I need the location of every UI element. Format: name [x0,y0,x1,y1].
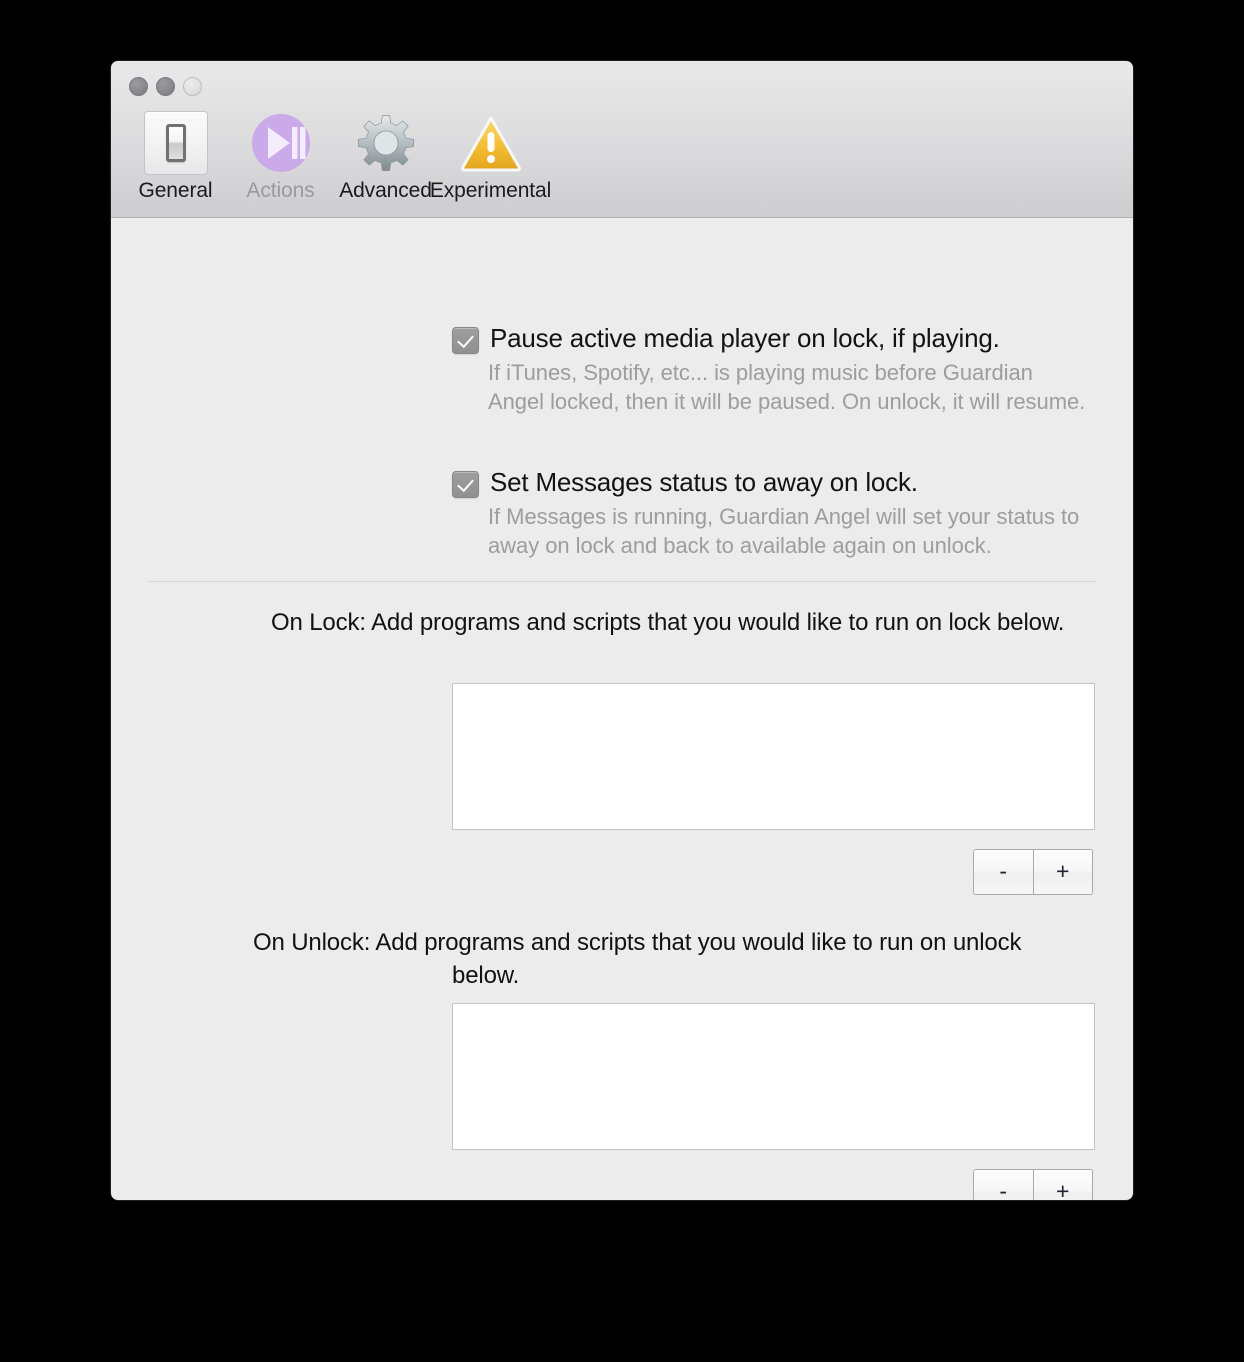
play-pause-icon [249,111,313,175]
on-unlock-label: On Unlock: [253,929,371,956]
option-messages-away: Set Messages status to away on lock. If … [452,467,1087,560]
on-lock-heading: On Lock: Add programs and scripts that y… [271,606,1096,639]
gear-icon [354,111,418,175]
plus-icon: + [1056,857,1070,884]
window-traffic-lights [129,77,202,96]
on-unlock-add-button[interactable]: + [1032,1170,1092,1200]
option-pause-media: Pause active media player on lock, if pl… [452,323,1087,416]
on-unlock-heading: On Unlock: Add programs and scripts that… [253,926,1078,992]
on-lock-script-list[interactable] [452,683,1095,830]
on-unlock-remove-button[interactable]: - [974,1170,1033,1200]
tab-advanced-label: Advanced [339,179,432,202]
checkbox-messages-away[interactable] [452,471,479,498]
toolbar: General Actions Advanced Experimental [123,109,551,203]
on-unlock-add-remove-control: - + [973,1169,1093,1200]
checkbox-pause-media[interactable] [452,327,479,354]
on-lock-add-button[interactable]: + [1032,850,1092,894]
light-switch-icon [143,111,208,175]
tab-experimental-label: Experimental [429,179,552,202]
minimize-button-icon[interactable] [156,77,175,96]
tab-actions[interactable]: Actions [228,109,333,203]
tab-general[interactable]: General [123,109,228,203]
option-messages-away-row[interactable]: Set Messages status to away on lock. [452,467,1087,498]
option-pause-media-description: If iTunes, Spotify, etc... is playing mu… [488,360,1086,414]
minus-icon: - [999,1177,1008,1200]
tab-actions-label: Actions [246,179,315,202]
tab-advanced[interactable]: Advanced [333,109,438,203]
on-lock-label: On Lock: [271,609,366,636]
close-button-icon[interactable] [129,77,148,96]
option-pause-media-row[interactable]: Pause active media player on lock, if pl… [452,323,1087,354]
zoom-button-icon[interactable] [183,77,202,96]
on-lock-remove-button[interactable]: - [974,850,1033,894]
on-lock-add-remove-control: - + [973,849,1093,895]
option-pause-media-label: Pause active media player on lock, if pl… [490,323,1000,353]
on-lock-description: Add programs and scripts that you would … [371,609,1065,636]
option-messages-away-description: If Messages is running, Guardian Angel w… [488,504,1080,558]
minus-icon: - [999,857,1008,884]
window-titlebar: General Actions Advanced Experimental [111,61,1133,218]
tab-experimental[interactable]: Experimental [430,109,551,203]
preferences-window: General Actions Advanced Experimental Pa… [111,61,1133,1200]
on-unlock-description: Add programs and scripts that you would … [375,929,1022,989]
warning-triangle-icon [459,111,523,175]
on-unlock-script-list[interactable] [452,1003,1095,1150]
tab-general-label: General [138,179,213,202]
section-divider [148,581,1096,582]
content-pane: Pause active media player on lock, if pl… [111,218,1133,1200]
plus-icon: + [1056,1177,1070,1200]
option-messages-away-label: Set Messages status to away on lock. [490,467,918,497]
